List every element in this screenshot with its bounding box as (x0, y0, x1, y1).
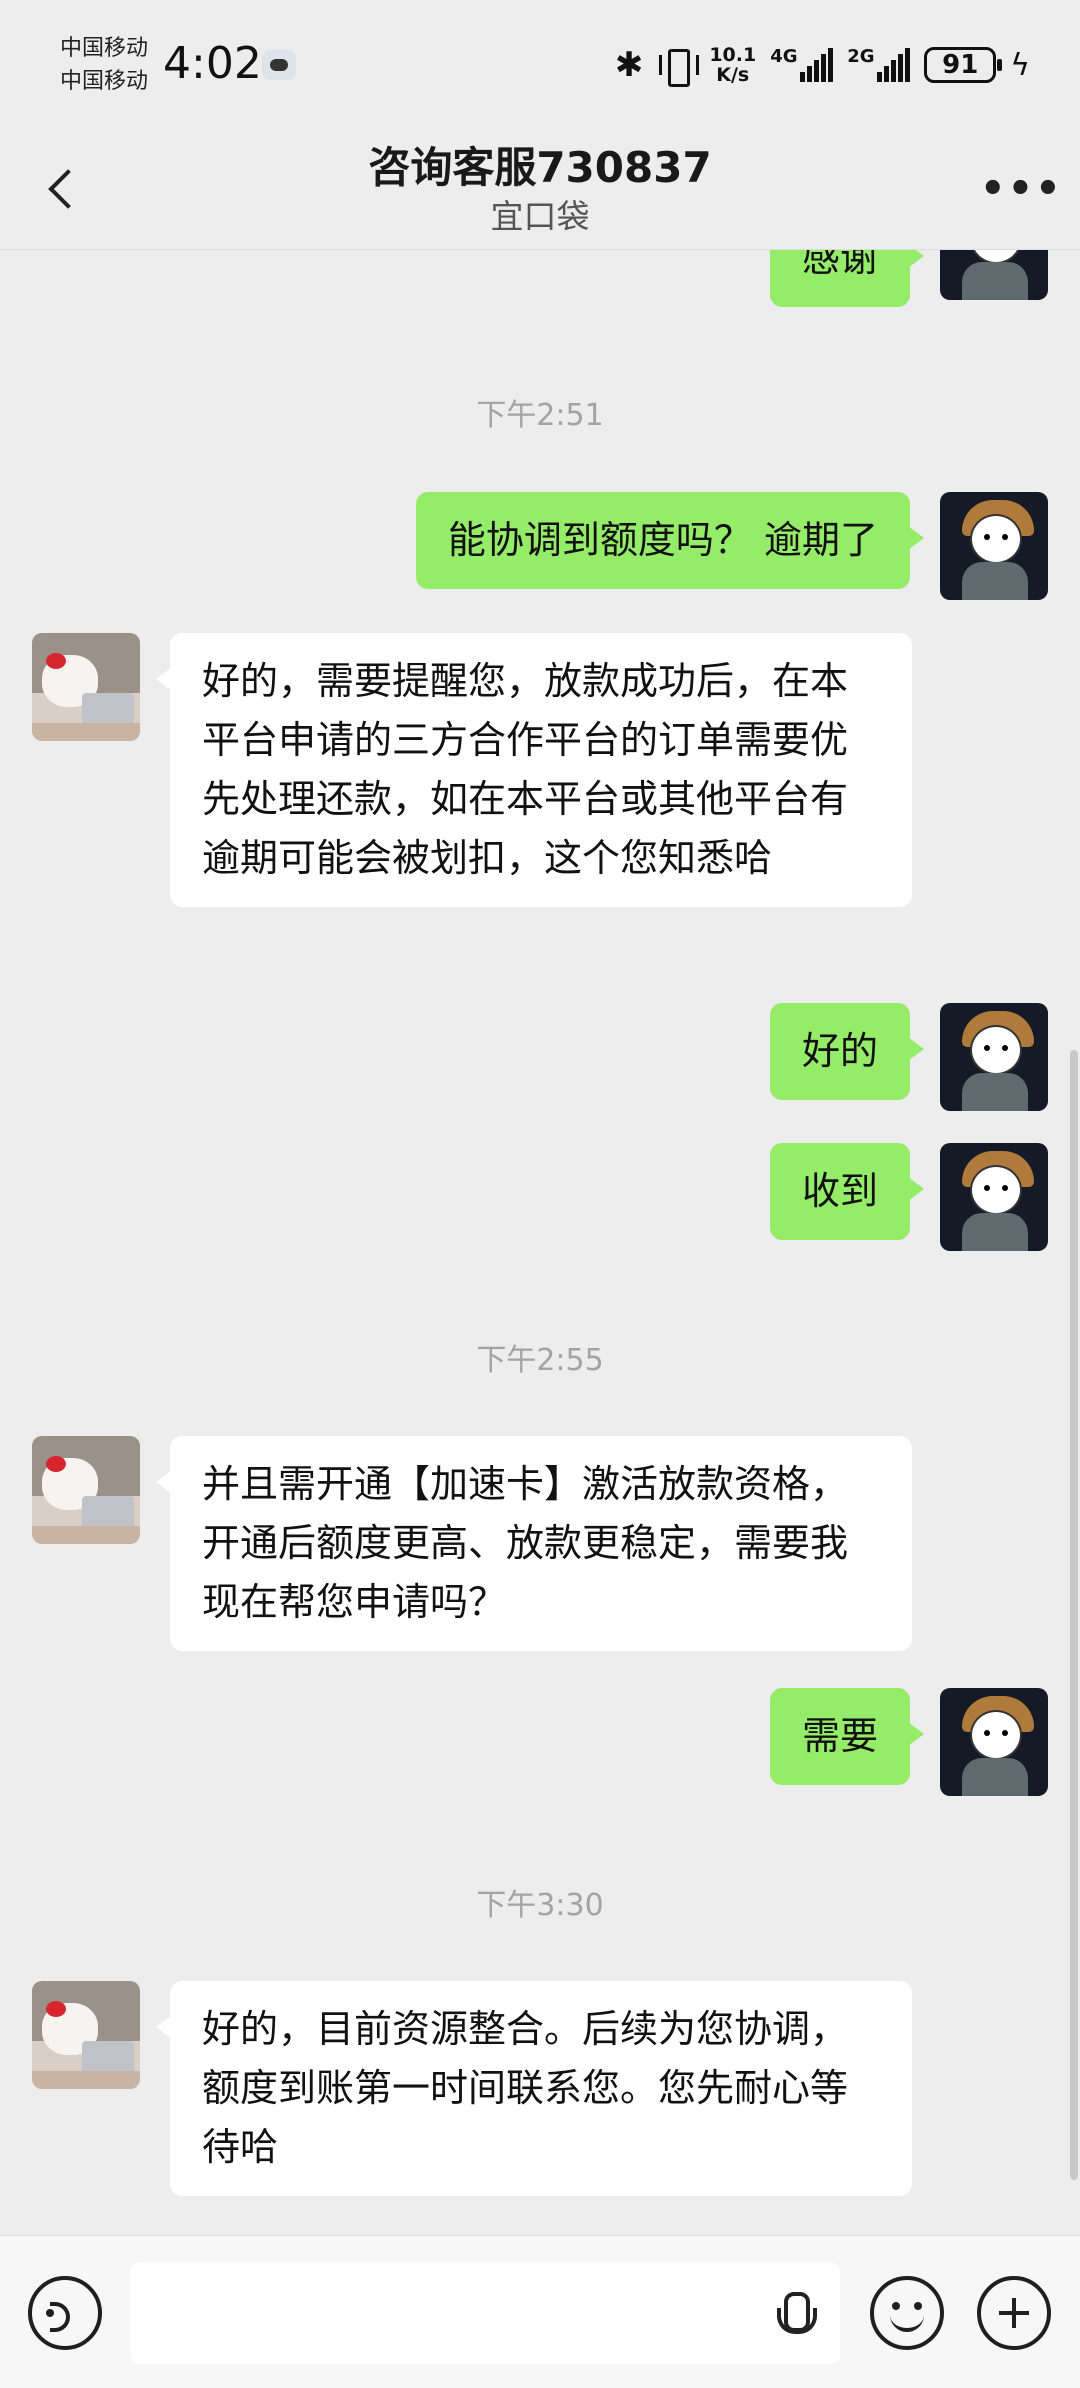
self-avatar[interactable] (940, 1688, 1048, 1796)
status-time: 4:02 (163, 38, 262, 89)
net-speed-unit: K/s (716, 64, 750, 86)
carrier-1: 中国移动 (60, 36, 149, 61)
signal-2-label: 2G (847, 46, 875, 67)
input-bar (0, 2235, 1080, 2388)
more-icon[interactable]: ••• (980, 164, 1061, 214)
message-input[interactable] (130, 2262, 840, 2364)
message-bubble-partial[interactable]: 感谢 (769, 250, 925, 307)
net-speed-value: 10.1 (709, 44, 757, 66)
agent-avatar[interactable] (32, 1436, 140, 1544)
agent-avatar[interactable] (32, 1981, 140, 2089)
timestamp: 下午2:55 (476, 1343, 604, 1378)
message-bubble-self[interactable]: 收到 (769, 1143, 925, 1240)
message-bubble-agent[interactable]: 并且需开通【加速卡】激活放款资格，开通后额度更高、放款更稳定，需要我现在帮您申请… (156, 1436, 912, 1651)
self-avatar[interactable] (940, 1143, 1048, 1251)
network-speed: 10.1 K/s (709, 45, 756, 85)
signal-1-label: 4G (770, 46, 798, 67)
message-bubble-self[interactable]: 需要 (769, 1688, 925, 1785)
status-icons: ✱ 10.1 K/s 4G 2G 91 ϟ (615, 40, 1030, 90)
timestamp: 下午2:51 (476, 398, 604, 433)
voice-icon[interactable] (28, 2276, 102, 2350)
message-list[interactable]: 感谢 下午2:51 能协调到额度吗？ 逾期了 好的，需要提醒您，放款成功后，在本… (0, 250, 1080, 2235)
message-bubble-self[interactable]: 能协调到额度吗？ 逾期了 (415, 492, 925, 589)
scrollbar[interactable] (1070, 1050, 1078, 2180)
chat-header: 咨询客服730837 宜口袋 ••• (0, 130, 1080, 250)
self-avatar[interactable] (940, 492, 1048, 600)
status-bar: 中国移动 中国移动 4:02 ✱ 10.1 K/s 4G 2G 91 ϟ (0, 0, 1080, 130)
battery-icon: 91 (924, 47, 1003, 83)
message-bubble-agent[interactable]: 好的，目前资源整合。后续为您协调，额度到账第一时间联系您。您先耐心等待哈 (156, 1981, 912, 2196)
agent-avatar[interactable] (32, 633, 140, 741)
vibrate-icon (657, 47, 700, 87)
emoji-icon[interactable] (870, 2276, 944, 2350)
timestamp: 下午3:30 (476, 1888, 604, 1923)
chat-subtitle: 宜口袋 (490, 197, 590, 236)
signal-icon: 4G (770, 46, 834, 82)
carrier-2: 中国移动 (60, 69, 149, 94)
charging-icon: ϟ (1010, 47, 1030, 83)
self-avatar[interactable] (940, 1003, 1048, 1111)
notification-app-icon (262, 50, 296, 80)
self-avatar[interactable] (940, 250, 1048, 300)
chat-title: 咨询客服730837 (368, 143, 712, 192)
signal-icon-2: 2G (847, 46, 911, 82)
bluetooth-icon: ✱ (614, 45, 644, 85)
message-bubble-self[interactable]: 好的 (769, 1003, 925, 1100)
carrier-info: 中国移动 中国移动 (60, 32, 148, 98)
mic-icon[interactable] (775, 2292, 817, 2342)
plus-icon[interactable] (977, 2276, 1051, 2350)
message-bubble-agent[interactable]: 好的，需要提醒您，放款成功后，在本平台申请的三方合作平台的订单需要优先处理还款，… (156, 633, 912, 907)
